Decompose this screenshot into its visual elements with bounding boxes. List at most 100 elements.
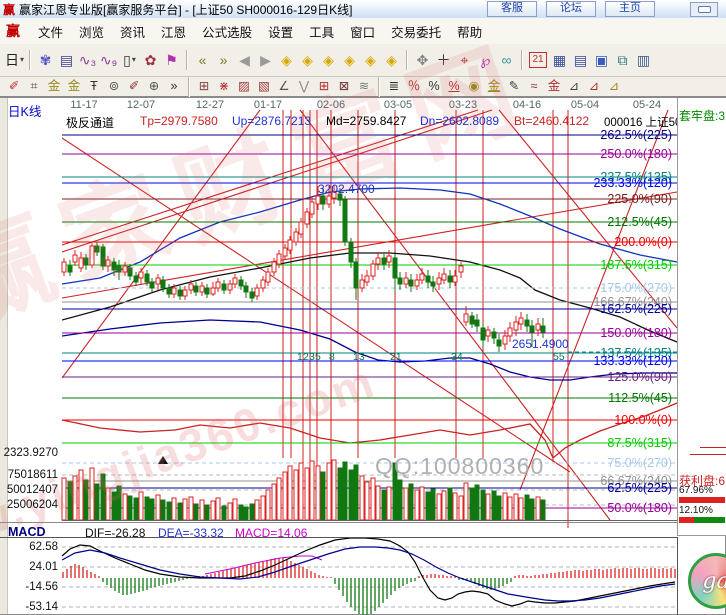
candle-body xyxy=(272,262,276,272)
calculator-icon[interactable]: ▦ xyxy=(549,50,570,71)
gann-level-label: 212.5%(45) xyxy=(607,215,672,229)
dark-grid-icon[interactable]: ⊠ xyxy=(334,78,354,95)
brush2-icon[interactable]: ✐ xyxy=(124,78,144,95)
brush-icon[interactable]: ✐ xyxy=(4,78,24,95)
indicator-knot-icon[interactable]: ✾ xyxy=(35,50,56,71)
shade-icon[interactable]: ▨ xyxy=(234,78,254,95)
macd-pane-label[interactable]: MACD xyxy=(8,525,46,539)
f-angle-icon[interactable]: ⊿ xyxy=(584,78,604,95)
volume-bar xyxy=(431,489,435,520)
next-icon[interactable]: ▶ xyxy=(255,50,276,71)
volume-bar xyxy=(239,505,243,520)
diamond-v-icon[interactable]: ◈ xyxy=(381,50,402,71)
menu-item-交易委托[interactable]: 交易委托 xyxy=(383,20,449,43)
network-icon[interactable]: ▥ xyxy=(633,50,654,71)
doc-icon[interactable]: ▤ xyxy=(56,50,77,71)
compass-icon[interactable]: ⊕ xyxy=(144,78,164,95)
more-icon[interactable]: » xyxy=(164,78,184,95)
notes-icon[interactable]: ▤ xyxy=(570,50,591,71)
list-icon[interactable]: ≣ xyxy=(384,78,404,95)
gold-red-icon[interactable]: 金 xyxy=(544,78,564,95)
candle-body xyxy=(508,328,512,336)
box-select-icon[interactable]: ⊞ xyxy=(194,78,214,95)
first-icon[interactable]: « xyxy=(192,50,213,71)
wave-tool-icon[interactable]: ≈ xyxy=(524,78,544,95)
menu-item-公式选股[interactable]: 公式选股 xyxy=(194,20,260,43)
homepage-button[interactable]: 主页 xyxy=(605,1,655,17)
gold-grid-icon[interactable]: 金 xyxy=(64,78,84,95)
pen-angle-icon[interactable]: ✎ xyxy=(504,78,524,95)
menu-logo-icon: 赢 xyxy=(6,21,20,41)
gann-level-label: 262.5%(225) xyxy=(600,128,672,142)
lasso-icon[interactable]: ℘ xyxy=(475,50,496,71)
menu-item-设置[interactable]: 设置 xyxy=(260,20,301,43)
menu-item-浏览[interactable]: 浏览 xyxy=(71,20,112,43)
volume-bar xyxy=(167,502,171,520)
diamond-right-icon[interactable]: ◈ xyxy=(297,50,318,71)
gold-ratio-icon[interactable]: 金 xyxy=(44,78,64,95)
diamond-down-icon[interactable]: ◈ xyxy=(339,50,360,71)
fib-time-label: 3 xyxy=(309,351,315,363)
candle-body xyxy=(387,256,391,262)
menu-item-工具[interactable]: 工具 xyxy=(301,20,342,43)
menu-item-文件[interactable]: 文件 xyxy=(30,20,71,43)
macd-dif-value: DIF=-26.28 xyxy=(85,526,145,540)
diamond-up-icon[interactable]: ◈ xyxy=(318,50,339,71)
chip-curve-mark xyxy=(690,454,726,455)
f-ruler-icon[interactable]: Ŧ xyxy=(84,78,104,95)
vee-icon[interactable]: ⋁ xyxy=(294,78,314,95)
gold-angle-icon[interactable]: ⊿ xyxy=(604,78,624,95)
red-grid-icon[interactable]: ⊞ xyxy=(314,78,334,95)
angle-icon[interactable]: ∠ xyxy=(274,78,294,95)
menu-item-江恩[interactable]: 江恩 xyxy=(153,20,194,43)
diamond-left-icon[interactable]: ◈ xyxy=(276,50,297,71)
macd-axis-label: -53.14 xyxy=(0,601,58,613)
j-angle-icon[interactable]: ⊿ xyxy=(564,78,584,95)
prev-icon[interactable]: ◀ xyxy=(234,50,255,71)
kline-period-icon[interactable]: 日▾ xyxy=(4,50,25,71)
pane-label-daily-kline[interactable]: 日K线 xyxy=(8,101,41,120)
candle-style-icon[interactable]: ▯▾ xyxy=(119,50,140,71)
volume-macd-separator[interactable] xyxy=(0,522,677,523)
pct-tool-icon[interactable]: ％ xyxy=(404,78,424,95)
pct-line-icon[interactable]: % xyxy=(444,78,464,95)
last-icon[interactable]: » xyxy=(213,50,234,71)
candle-body xyxy=(222,284,226,290)
save-icon[interactable]: ▣ xyxy=(591,50,612,71)
wave9-icon[interactable]: ∿₉ xyxy=(98,50,119,71)
wave3-icon[interactable]: ∿₃ xyxy=(77,50,98,71)
candle-body xyxy=(316,196,320,204)
shade2-icon[interactable]: ▧ xyxy=(254,78,274,95)
channel-curve-dn xyxy=(62,320,677,380)
diamond-h-icon[interactable]: ◈ xyxy=(360,50,381,71)
customer-service-button[interactable]: 客服 xyxy=(487,1,537,17)
volume-bar xyxy=(376,486,380,520)
restore-window-button[interactable] xyxy=(690,2,718,17)
pointer-icon[interactable]: ⌖ xyxy=(454,50,475,71)
spiral-icon[interactable]: ⊚ xyxy=(104,78,124,95)
forum-button[interactable]: 论坛 xyxy=(546,1,596,17)
crosshair-icon[interactable]: ＋ xyxy=(433,50,454,71)
menu-item-资讯[interactable]: 资讯 xyxy=(112,20,153,43)
menu-item-帮助[interactable]: 帮助 xyxy=(449,20,490,43)
date-tick: 01-17 xyxy=(254,99,282,111)
gold-line-icon[interactable]: 金 xyxy=(484,78,504,95)
axis-volume-2: 50012407 xyxy=(0,484,58,496)
hand-icon[interactable]: ✥ xyxy=(412,50,433,71)
export-icon[interactable]: ⧉ xyxy=(612,50,633,71)
loop-icon[interactable]: ∞ xyxy=(496,50,517,71)
toolbar-separator xyxy=(406,50,408,70)
gold-circle-icon[interactable]: ◉ xyxy=(464,78,484,95)
menu-item-窗口[interactable]: 窗口 xyxy=(342,20,383,43)
date-tick: 12-27 xyxy=(196,99,224,111)
flag-icon[interactable]: ⚑ xyxy=(161,50,182,71)
volume-bar xyxy=(216,498,220,520)
grid-icon[interactable]: ⌗ xyxy=(24,78,44,95)
pattern-icon[interactable]: ✿ xyxy=(140,50,161,71)
calendar-icon[interactable]: 21 xyxy=(529,52,547,68)
date-tick: 02-06 xyxy=(317,99,345,111)
slashes-icon[interactable]: ≋ xyxy=(354,78,374,95)
gann-fan-icon[interactable]: ⋇ xyxy=(214,78,234,95)
candle-body xyxy=(178,290,182,296)
pct2-icon[interactable]: % xyxy=(424,78,444,95)
